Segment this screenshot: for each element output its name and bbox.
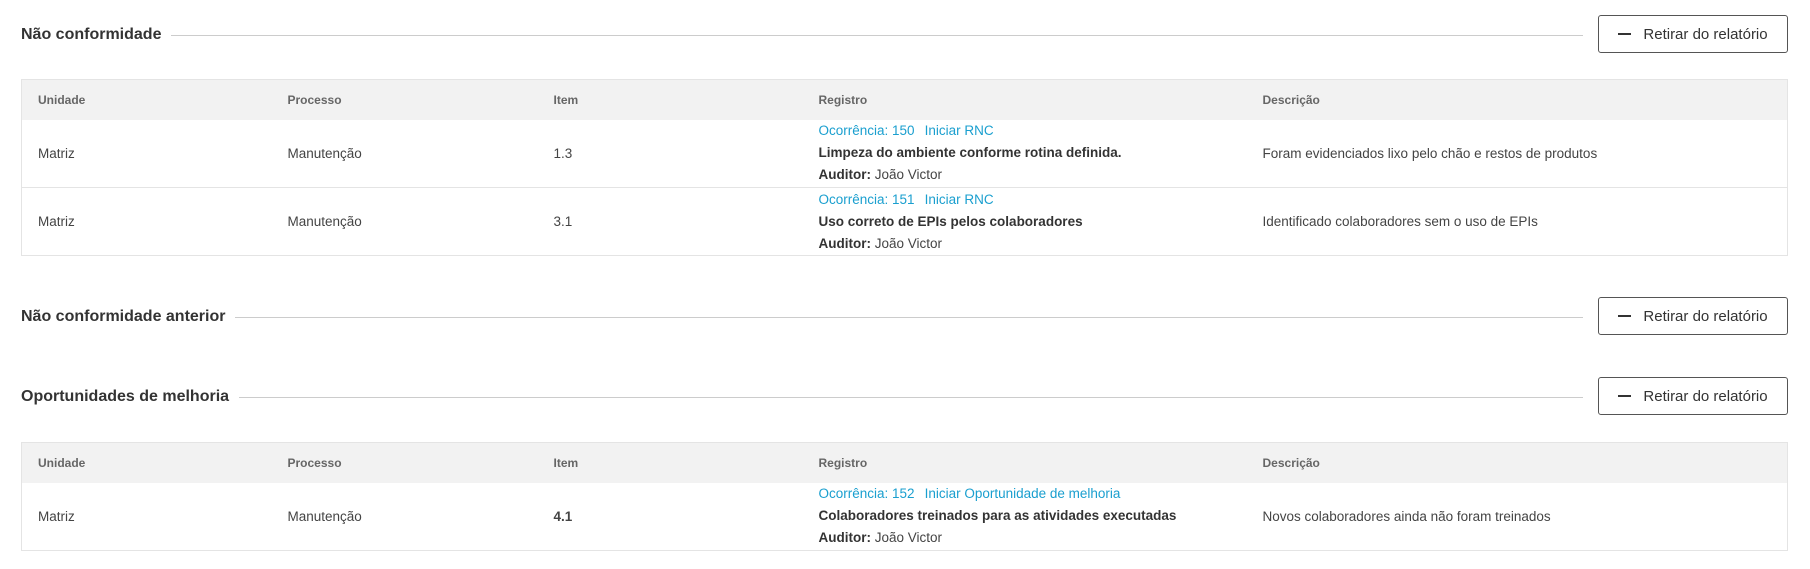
cell-descricao: Identificado colaboradores sem o uso de …: [1246, 187, 1788, 256]
occurrence-link[interactable]: Ocorrência: 151: [819, 192, 915, 207]
minus-icon: [1618, 33, 1632, 35]
section-title: Não conformidade anterior: [21, 308, 236, 326]
oportunidades-de-melhoria-table: Unidade Processo Item Registro Descrição…: [21, 442, 1788, 551]
cell-registro: Ocorrência: 152 Iniciar Oportunidade de m…: [803, 483, 1247, 551]
table-row: Matriz Manutenção 1.3 Ocorrência: 150 Ini…: [22, 120, 1788, 188]
auditor-name: João Victor: [870, 235, 943, 251]
column-header-item: Item: [553, 92, 579, 107]
remove-from-report-button[interactable]: Retirar do relatório: [1598, 297, 1788, 335]
minus-icon: [1618, 395, 1632, 397]
auditor-label: Auditor:: [818, 235, 871, 251]
column-header-item: Item: [553, 455, 579, 470]
column-header-unidade: Unidade: [38, 455, 86, 470]
start-improvement-opportunity-link[interactable]: Iniciar Oportunidade de melhoria: [925, 486, 1121, 501]
cell-processo: Manutenção: [271, 187, 538, 256]
nao-conformidade-table: Unidade Processo Item Registro Descrição…: [21, 79, 1788, 256]
column-header-unidade: Unidade: [38, 92, 86, 107]
column-header-descricao: Descrição: [1262, 92, 1320, 107]
start-rnc-link[interactable]: Iniciar RNC: [925, 123, 994, 138]
cell-unidade: Matriz: [38, 145, 75, 161]
section-title: Oportunidades de melhoria: [21, 388, 240, 406]
remove-from-report-button[interactable]: Retirar do relatório: [1598, 15, 1788, 53]
section-header-oportunidades-de-melhoria: Oportunidades de melhoria Retirar do rel…: [21, 377, 1788, 417]
column-header-registro: Registro: [818, 92, 868, 107]
occurrence-link[interactable]: Ocorrência: 152: [819, 486, 915, 501]
remove-button-label: Retirar do relatório: [1643, 387, 1768, 405]
section-title: Não conformidade: [21, 26, 172, 44]
auditor-name: João Victor: [870, 167, 943, 183]
section-header-nao-conformidade-anterior: Não conformidade anterior Retirar do rel…: [21, 297, 1788, 337]
registro-title: Colaboradores treinados para as atividad…: [818, 508, 1177, 524]
start-rnc-link[interactable]: Iniciar RNC: [925, 192, 994, 207]
column-header-registro: Registro: [818, 455, 868, 470]
cell-unidade: Matriz: [38, 508, 75, 524]
cell-processo: Manutenção: [287, 145, 362, 161]
section-header-nao-conformidade: Não conformidade Retirar do relatório: [21, 15, 1788, 55]
occurrence-link[interactable]: Ocorrência: 150: [819, 123, 915, 138]
table-header-row: Unidade Processo Item Registro Descrição: [21, 79, 1788, 120]
table-row: Matriz Manutenção 3.1 Ocorrência: 151 Ini…: [21, 187, 1788, 256]
remove-button-label: Retirar do relatório: [1643, 25, 1768, 43]
cell-registro: Ocorrência: 151 Iniciar RNC Uso correto d…: [802, 187, 1247, 256]
cell-item: 4.1: [553, 508, 573, 524]
cell-descricao: Foram evidenciados lixo pelo chão e rest…: [1262, 145, 1598, 161]
auditor-label: Auditor:: [818, 530, 871, 546]
cell-item: 1.3: [553, 145, 573, 161]
minus-icon: [1618, 315, 1632, 317]
registro-title: Limpeza do ambiente conforme rotina defi…: [818, 145, 1122, 161]
cell-processo: Manutenção: [287, 508, 362, 524]
column-header-processo: Processo: [287, 92, 342, 107]
column-header-processo: Processo: [287, 455, 342, 470]
section-divider: [21, 35, 1583, 36]
auditor-label: Auditor:: [818, 167, 871, 183]
cell-registro: Ocorrência: 150 Iniciar RNC Limpeza do am…: [803, 120, 1247, 188]
remove-from-report-button[interactable]: Retirar do relatório: [1598, 377, 1788, 415]
section-divider: [21, 317, 1583, 318]
auditor-name: João Victor: [870, 530, 943, 546]
cell-item: 3.1: [537, 187, 803, 256]
column-header-descricao: Descrição: [1262, 455, 1320, 470]
table-row: Matriz Manutenção 4.1 Ocorrência: 152 Ini…: [22, 483, 1788, 551]
registro-title: Uso correto de EPIs pelos colaboradores: [818, 213, 1083, 229]
remove-button-label: Retirar do relatório: [1643, 307, 1768, 325]
table-header-row: Unidade Processo Item Registro Descrição: [21, 442, 1788, 483]
report-page: Não conformidade Retirar do relatório Un…: [0, 0, 1810, 569]
cell-unidade: Matriz: [21, 187, 272, 256]
cell-descricao: Novos colaboradores ainda não foram trei…: [1262, 508, 1551, 524]
section-divider: [21, 397, 1583, 398]
